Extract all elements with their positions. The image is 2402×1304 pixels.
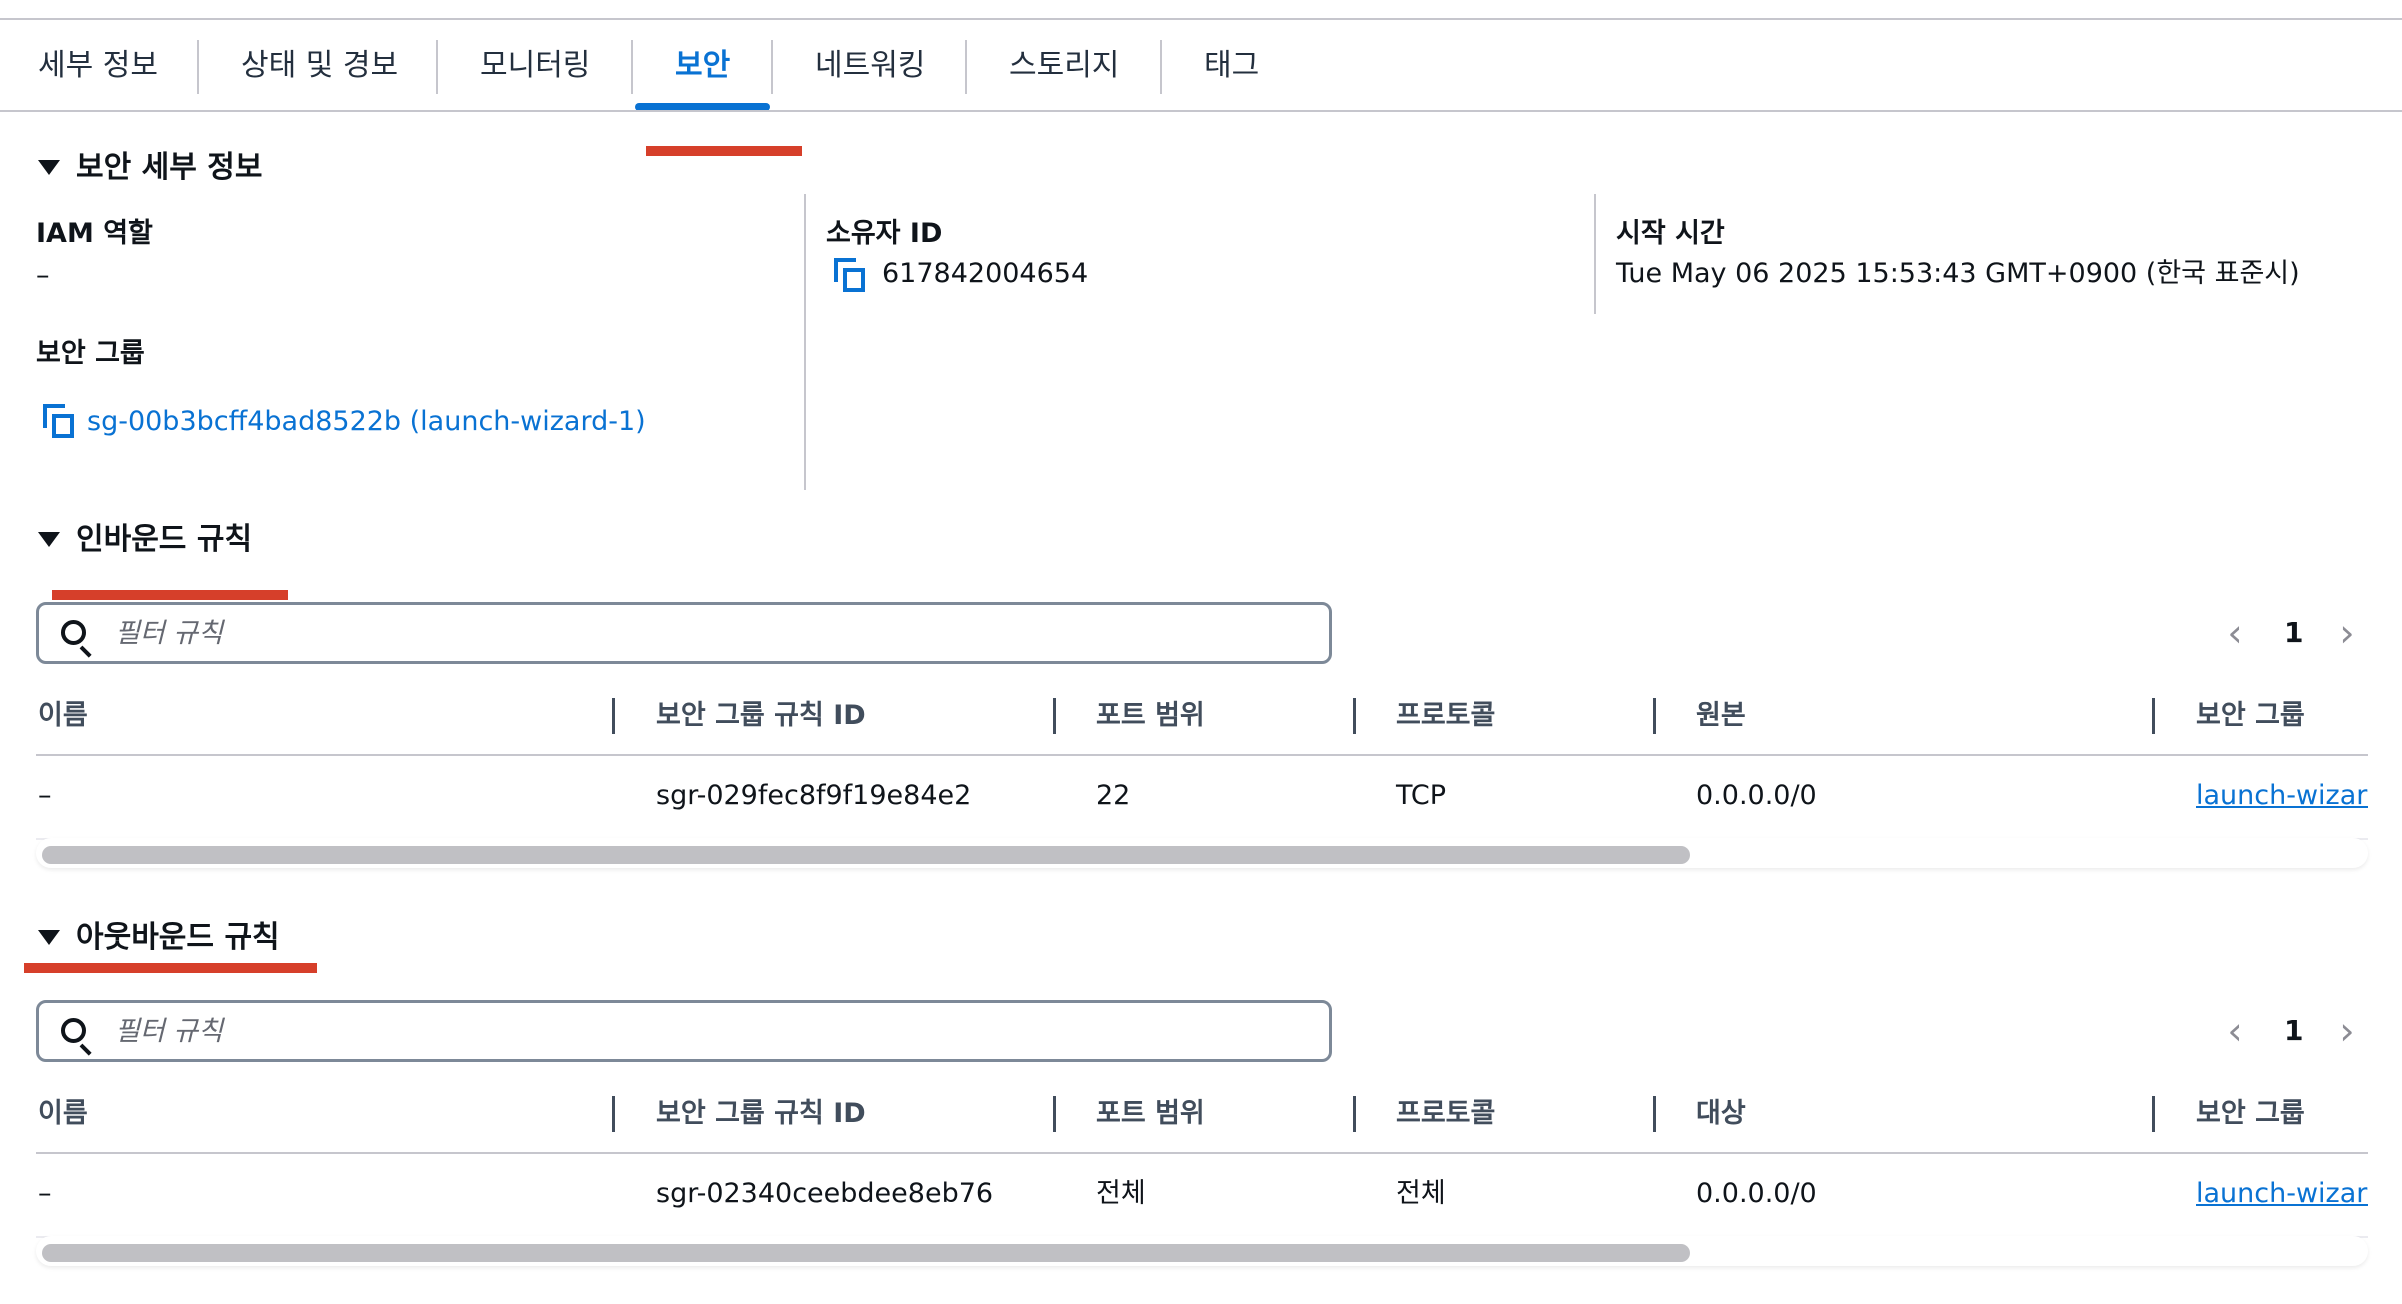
- column-resizer[interactable]: [2152, 698, 2155, 734]
- annotation-underline: [52, 590, 288, 600]
- search-icon: [61, 620, 95, 658]
- launch-time-label: 시작 시간: [1616, 218, 1725, 249]
- copy-icon[interactable]: [834, 258, 866, 292]
- next-page-button[interactable]: ›: [2332, 1011, 2362, 1051]
- column-header-rule-id[interactable]: 보안 그룹 규칙 ID: [656, 1096, 866, 1132]
- current-page-number[interactable]: 1: [2284, 613, 2303, 653]
- current-page-number[interactable]: 1: [2284, 1011, 2303, 1051]
- caret-down-icon: [38, 160, 60, 175]
- column-resizer[interactable]: [1053, 1096, 1056, 1132]
- cell-rule-id: sgr-029fec8f9f19e84e2: [656, 780, 972, 811]
- column-resizer[interactable]: [612, 1096, 615, 1132]
- tab-security[interactable]: 보안: [675, 44, 730, 88]
- previous-page-button[interactable]: ‹: [2220, 613, 2250, 653]
- owner-id-value: 617842004654: [882, 258, 1089, 289]
- security-group-label: 보안 그룹: [36, 338, 145, 369]
- iam-role-value: –: [36, 260, 50, 291]
- column-header-name[interactable]: 이름: [38, 1096, 88, 1132]
- cell-name: –: [38, 780, 52, 811]
- tab-divider: [631, 40, 633, 94]
- cell-port-range: 22: [1096, 780, 1131, 811]
- inbound-filter-box[interactable]: [36, 602, 1332, 664]
- column-header-rule-id[interactable]: 보안 그룹 규칙 ID: [656, 698, 866, 734]
- section-title: 아웃바운드 규칙: [76, 920, 280, 955]
- tab-status-alarms[interactable]: 상태 및 경보: [241, 44, 398, 88]
- cell-destination: 0.0.0.0/0: [1696, 1178, 1817, 1209]
- column-header-security-group[interactable]: 보안 그룹: [2196, 698, 2305, 734]
- column-divider: [804, 194, 806, 490]
- column-header-name[interactable]: 이름: [38, 698, 88, 734]
- cell-name: –: [38, 1178, 52, 1209]
- tab-divider: [965, 40, 967, 94]
- tab-monitoring[interactable]: 모니터링: [480, 44, 590, 88]
- cell-security-group-link[interactable]: launch-wizard-1: [2196, 1176, 2368, 1212]
- header-divider: [36, 1152, 2368, 1154]
- column-resizer[interactable]: [1353, 698, 1356, 734]
- section-title: 인바운드 규칙: [76, 522, 253, 557]
- security-group-link[interactable]: sg-00b3bcff4bad8522b (launch-wizard-1): [87, 404, 646, 440]
- column-resizer[interactable]: [1653, 698, 1656, 734]
- previous-page-button[interactable]: ‹: [2220, 1011, 2250, 1051]
- tab-divider: [771, 40, 773, 94]
- outbound-filter-input[interactable]: [115, 1009, 1295, 1053]
- tab-tags[interactable]: 태그: [1204, 44, 1259, 88]
- column-header-protocol[interactable]: 프로토콜: [1396, 698, 1495, 734]
- column-header-protocol[interactable]: 프로토콜: [1396, 1096, 1495, 1132]
- column-header-source[interactable]: 원본: [1696, 698, 1746, 734]
- cell-security-group-link[interactable]: launch-wizard-1: [2196, 778, 2368, 814]
- cell-rule-id: sgr-02340ceebdee8eb76: [656, 1178, 994, 1209]
- column-resizer[interactable]: [1653, 1096, 1656, 1132]
- launch-time-value: Tue May 06 2025 15:53:43 GMT+0900 (한국 표준…: [1616, 258, 2300, 289]
- cell-port-range: 전체: [1096, 1178, 1146, 1209]
- column-resizer[interactable]: [2152, 1096, 2155, 1132]
- column-header-port-range[interactable]: 포트 범위: [1096, 698, 1205, 734]
- header-divider: [36, 754, 2368, 756]
- copy-icon[interactable]: [43, 404, 75, 438]
- cell-source: 0.0.0.0/0: [1696, 780, 1817, 811]
- iam-role-label: IAM 역할: [36, 218, 153, 249]
- scrollbar-thumb[interactable]: [42, 1244, 1690, 1262]
- top-divider: [0, 18, 2402, 20]
- caret-down-icon: [38, 532, 60, 547]
- caret-down-icon: [38, 930, 60, 945]
- cell-protocol: 전체: [1396, 1178, 1446, 1209]
- column-header-port-range[interactable]: 포트 범위: [1096, 1096, 1205, 1132]
- tab-networking[interactable]: 네트워킹: [815, 44, 925, 88]
- column-resizer[interactable]: [612, 698, 615, 734]
- tab-divider: [1160, 40, 1162, 94]
- outbound-filter-box[interactable]: [36, 1000, 1332, 1062]
- section-title: 보안 세부 정보: [76, 150, 263, 185]
- tab-details[interactable]: 세부 정보: [38, 44, 158, 88]
- tab-bar-divider: [0, 110, 2402, 112]
- next-page-button[interactable]: ›: [2332, 613, 2362, 653]
- column-resizer[interactable]: [1053, 698, 1056, 734]
- annotation-underline: [24, 963, 317, 973]
- column-resizer[interactable]: [1353, 1096, 1356, 1132]
- cell-protocol: TCP: [1396, 780, 1447, 811]
- tab-storage[interactable]: 스토리지: [1009, 44, 1119, 88]
- column-header-destination[interactable]: 대상: [1696, 1096, 1746, 1132]
- owner-id-label: 소유자 ID: [826, 218, 943, 249]
- annotation-underline: [646, 146, 802, 156]
- scrollbar-thumb[interactable]: [42, 846, 1690, 864]
- tab-divider: [197, 40, 199, 94]
- tab-divider: [436, 40, 438, 94]
- search-icon: [61, 1018, 95, 1056]
- column-header-security-group[interactable]: 보안 그룹: [2196, 1096, 2305, 1132]
- column-divider: [1594, 194, 1596, 314]
- inbound-filter-input[interactable]: [115, 611, 1295, 655]
